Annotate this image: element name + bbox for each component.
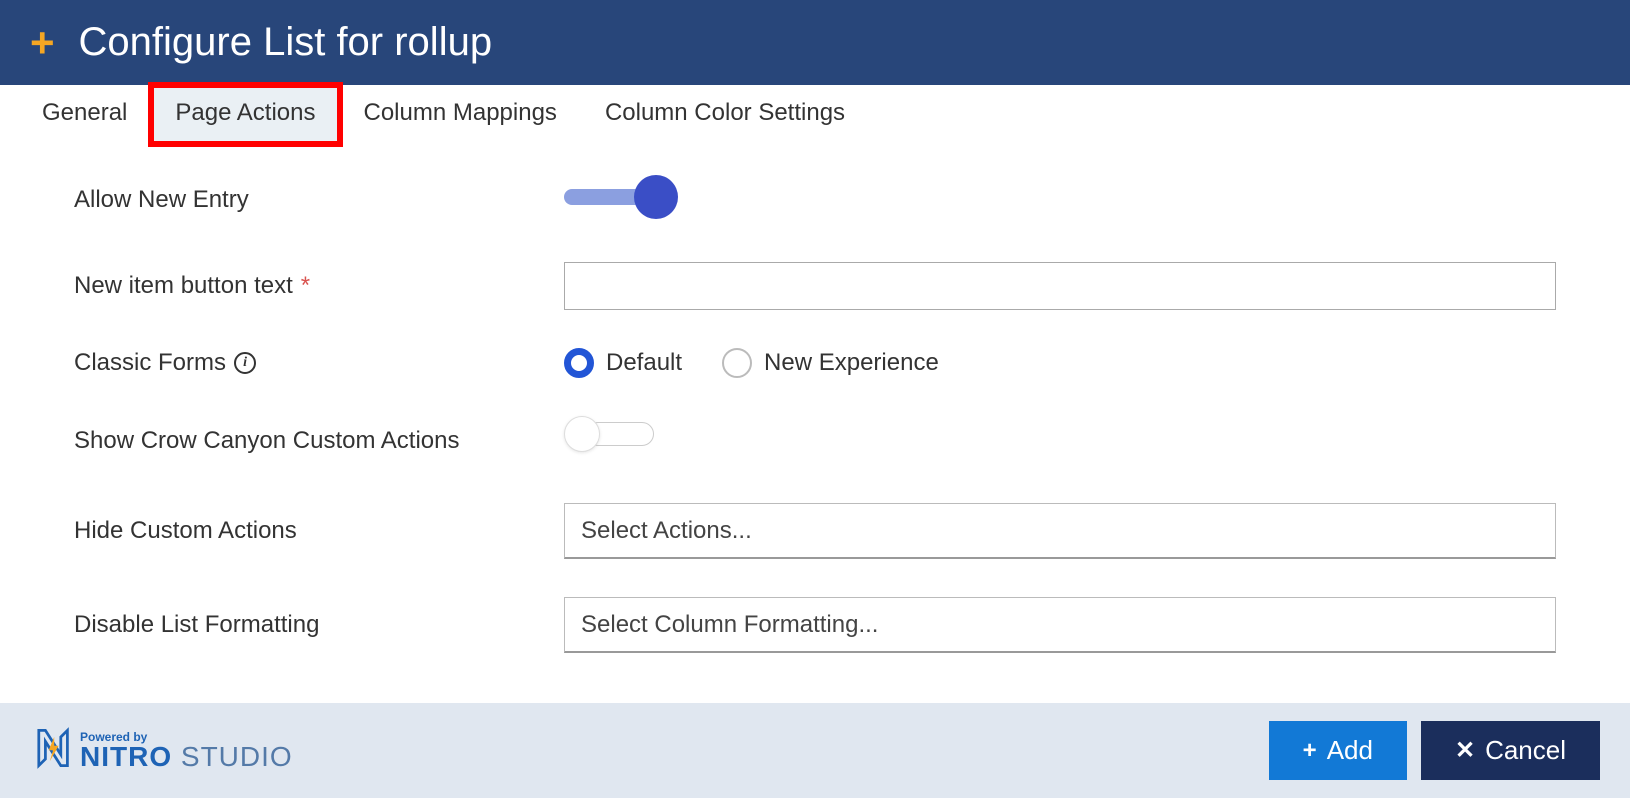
row-hide-custom-actions: Hide Custom Actions Select Actions... bbox=[74, 503, 1556, 559]
radio-new-experience[interactable]: New Experience bbox=[722, 348, 939, 378]
logo-brand: NITRO STUDIO bbox=[80, 743, 293, 771]
toggle-allow-new-entry[interactable] bbox=[564, 175, 679, 219]
label-hide-custom-actions: Hide Custom Actions bbox=[74, 517, 564, 545]
dialog-footer: Powered by NITRO STUDIO + Add ✕ Cancel bbox=[0, 703, 1630, 798]
radio-default[interactable]: Default bbox=[564, 348, 682, 378]
row-disable-list-formatting: Disable List Formatting Select Column Fo… bbox=[74, 597, 1556, 653]
tab-column-color-settings[interactable]: Column Color Settings bbox=[581, 85, 869, 144]
add-button[interactable]: + Add bbox=[1269, 721, 1407, 780]
close-icon: ✕ bbox=[1455, 736, 1475, 765]
plus-icon: + bbox=[30, 22, 55, 64]
tab-bar: General Page Actions Column Mappings Col… bbox=[0, 85, 1630, 145]
form-body: Allow New Entry New item button text* Cl… bbox=[0, 145, 1630, 703]
radio-group-classic-forms: Default New Experience bbox=[564, 348, 1556, 378]
tab-general[interactable]: General bbox=[18, 85, 151, 144]
footer-logo: Powered by NITRO STUDIO bbox=[30, 726, 293, 775]
select-disable-list-formatting[interactable]: Select Column Formatting... bbox=[564, 597, 1556, 653]
label-disable-list-formatting: Disable List Formatting bbox=[74, 611, 564, 639]
label-show-custom-actions: Show Crow Canyon Custom Actions bbox=[74, 427, 564, 455]
cancel-button[interactable]: ✕ Cancel bbox=[1421, 721, 1600, 780]
radio-circle-icon bbox=[564, 348, 594, 378]
toggle-show-custom-actions[interactable] bbox=[564, 416, 679, 460]
radio-label: New Experience bbox=[764, 349, 939, 377]
input-new-item-button-text[interactable] bbox=[564, 262, 1556, 310]
row-allow-new-entry: Allow New Entry bbox=[74, 175, 1556, 224]
plus-icon: + bbox=[1303, 737, 1317, 765]
info-icon[interactable]: i bbox=[234, 352, 256, 374]
label-classic-forms: Classic Forms i bbox=[74, 349, 564, 377]
nitro-logo-icon bbox=[30, 726, 74, 775]
footer-buttons: + Add ✕ Cancel bbox=[1269, 721, 1600, 780]
tab-column-mappings[interactable]: Column Mappings bbox=[340, 85, 581, 144]
row-new-item-button-text: New item button text* bbox=[74, 262, 1556, 310]
radio-circle-icon bbox=[722, 348, 752, 378]
tab-page-actions[interactable]: Page Actions bbox=[151, 85, 339, 144]
radio-label: Default bbox=[606, 349, 682, 377]
dialog-title: Configure List for rollup bbox=[79, 20, 493, 65]
dialog-header: + Configure List for rollup bbox=[0, 0, 1630, 85]
row-classic-forms: Classic Forms i Default New Experience bbox=[74, 348, 1556, 378]
select-hide-custom-actions[interactable]: Select Actions... bbox=[564, 503, 1556, 559]
label-new-item-button-text: New item button text* bbox=[74, 272, 564, 300]
row-show-custom-actions: Show Crow Canyon Custom Actions bbox=[74, 416, 1556, 465]
label-allow-new-entry: Allow New Entry bbox=[74, 186, 564, 214]
